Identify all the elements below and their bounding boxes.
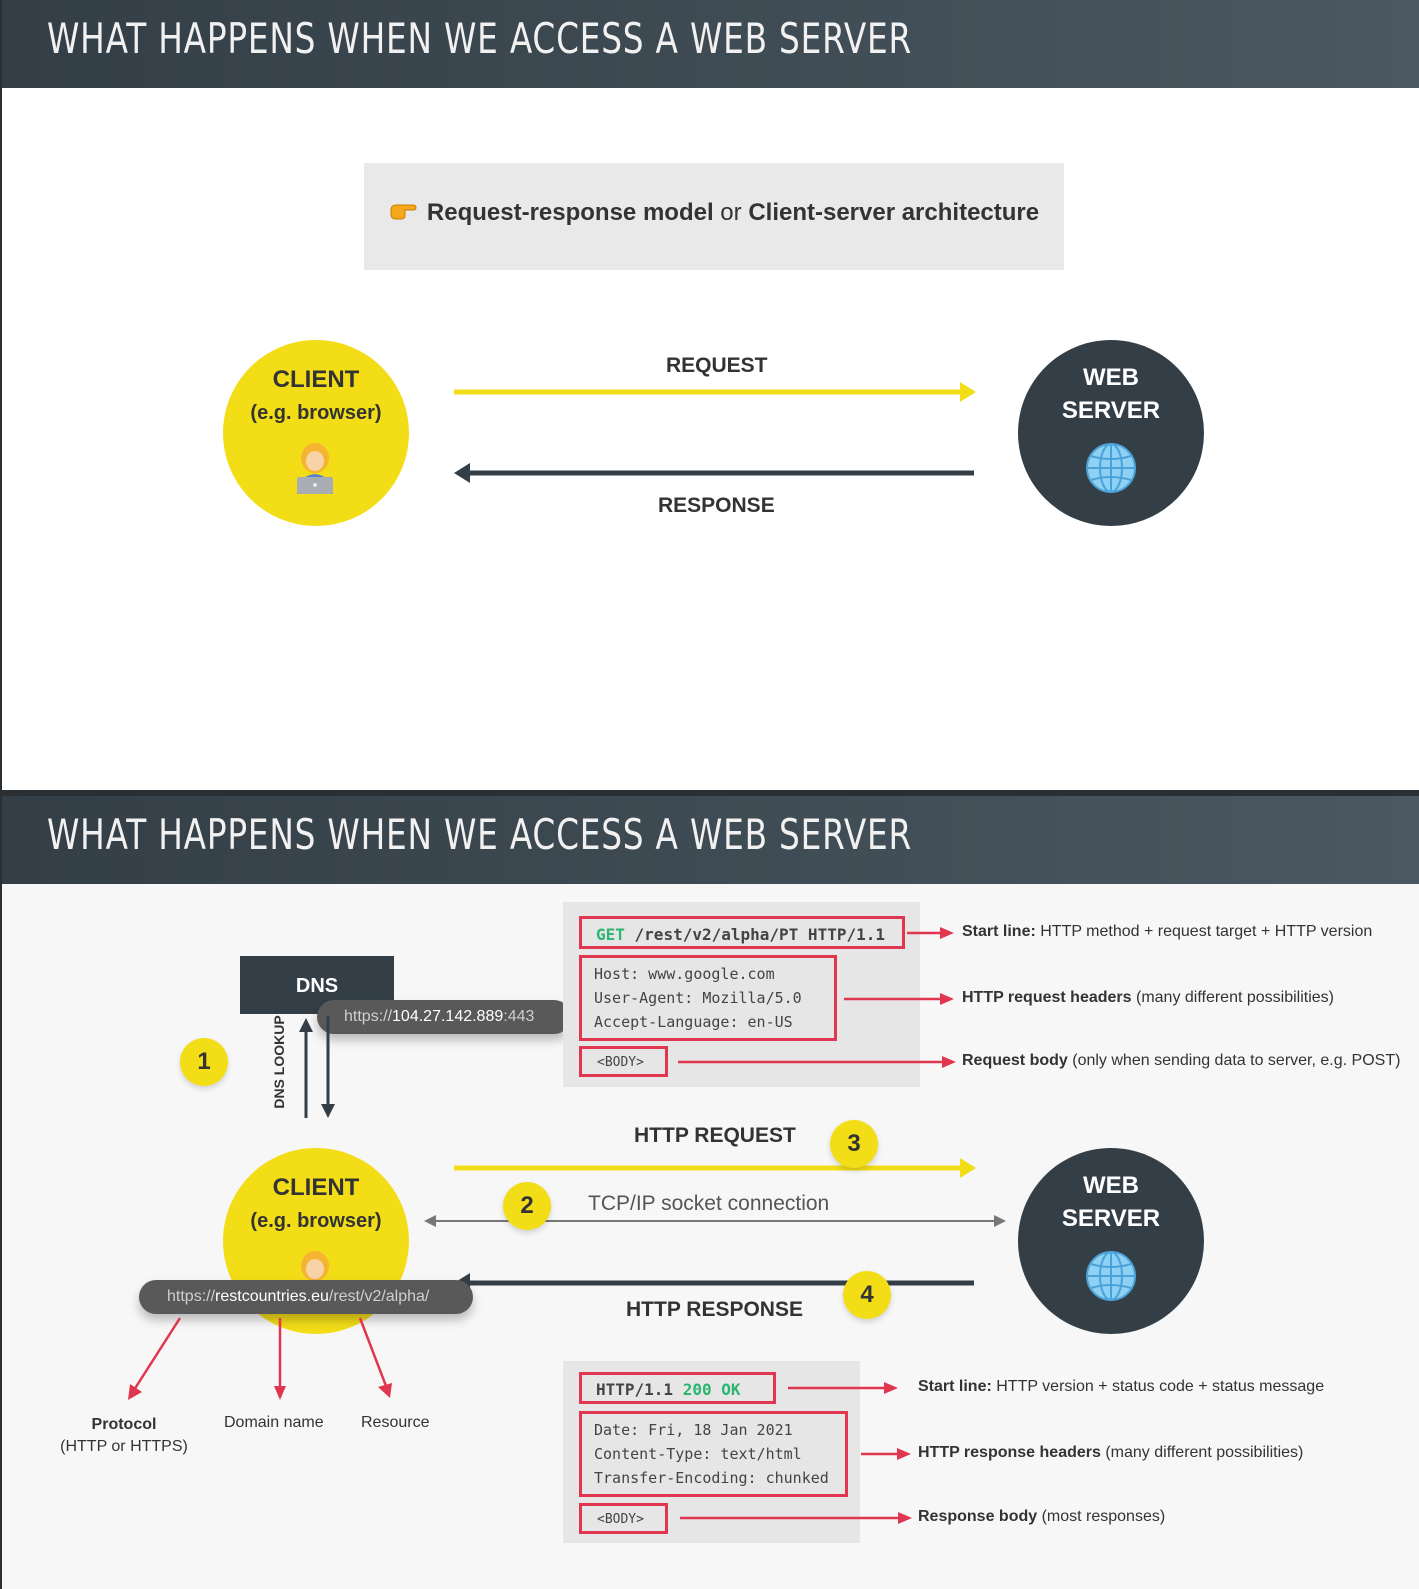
request-body-box: <BODY> [579, 1046, 668, 1077]
server-title-line2: SERVER [1061, 397, 1161, 424]
response-label: RESPONSE [658, 494, 775, 517]
response-header-line: Date: Fri, 18 Jan 2021 [594, 1421, 793, 1439]
dns-result-ip: 104.27.142.889 [392, 1008, 504, 1025]
ann-rest: (many different possibilities) [1131, 989, 1334, 1006]
dns-lookup-label: DNS LOOKUP [271, 1015, 287, 1109]
response-body-box: <BODY> [579, 1503, 668, 1534]
response-header-line: Transfer-Encoding: chunked [594, 1469, 829, 1487]
response-start-arrow [788, 1382, 898, 1394]
response-body-annotation: Response body (most responses) [918, 1508, 1165, 1526]
banner-text: Request-response model or Client-server … [364, 199, 1064, 228]
tcp-label: TCP/IP socket connection [584, 1192, 834, 1216]
banner-connector: or [713, 199, 749, 226]
url-resource: /rest/v2/alpha/ [328, 1288, 430, 1305]
url-part-resource: Resource [361, 1414, 430, 1431]
server-title-line2: SERVER [1061, 1205, 1161, 1232]
request-method: GET [596, 925, 625, 944]
response-status: 200 OK [682, 1380, 741, 1399]
ann-rest: HTTP version + status code + status mess… [991, 1378, 1325, 1395]
dns-result-port: :443 [503, 1008, 535, 1025]
step-1-badge: 1 [180, 1038, 228, 1086]
slide-request-response: WHAT HAPPENS WHEN WE ACCESS A WEB SERVER… [0, 0, 1419, 790]
title-bar: WHAT HAPPENS WHEN WE ACCESS A WEB SERVER [2, 0, 1419, 88]
response-headers-annotation: HTTP response headers (many different po… [918, 1444, 1303, 1462]
step-2-badge: 2 [503, 1182, 551, 1230]
response-start-annotation: Start line: HTTP version + status code +… [918, 1378, 1324, 1396]
server-circle: WEB SERVER [1018, 340, 1204, 526]
step-4-badge: 4 [843, 1271, 891, 1319]
request-arrow [454, 382, 976, 402]
ann-bold: HTTP response headers [918, 1444, 1101, 1461]
ann-bold: Start line: [918, 1378, 992, 1395]
protocol-line2: (HTTP or HTTPS) [60, 1438, 188, 1455]
client-subtitle: (e.g. browser) [250, 1210, 382, 1232]
http-request-label: HTTP REQUEST [634, 1124, 796, 1147]
request-body-text: <BODY> [597, 1055, 644, 1070]
request-start-annotation: Start line: HTTP method + request target… [962, 923, 1372, 941]
step-3-badge: 3 [830, 1120, 878, 1168]
response-arrow [454, 463, 974, 483]
response-headers-arrow [861, 1448, 911, 1460]
url-part-domain: Domain name [224, 1414, 324, 1431]
url-part-arrows [128, 1317, 392, 1400]
request-start-line: GET /rest/v2/alpha/PT HTTP/1.1 [579, 916, 905, 949]
banner-part1: Request-response model [426, 199, 714, 226]
response-body-arrow [680, 1512, 912, 1524]
globe-icon [1086, 1251, 1136, 1301]
ann-rest: (most responses) [1037, 1508, 1166, 1525]
ann-bold: HTTP request headers [962, 989, 1132, 1006]
ann-bold: Request body [962, 1052, 1068, 1069]
server-title-line1: WEB [1083, 1172, 1139, 1199]
title-bar: WHAT HAPPENS WHEN WE ACCESS A WEB SERVER [2, 796, 1419, 884]
request-body-arrow [678, 1056, 956, 1068]
url-part-protocol: Protocol (HTTP or HTTPS) [52, 1416, 196, 1456]
url-protocol: https:// [167, 1288, 216, 1305]
server-circle: WEB SERVER [1018, 1148, 1204, 1334]
request-header-line: Accept-Language: en-US [594, 1013, 793, 1031]
response-header-line: Content-Type: text/html [594, 1445, 802, 1463]
request-header-line: User-Agent: Mozilla/5.0 [594, 989, 802, 1007]
client-title: CLIENT [272, 1174, 360, 1201]
dns-lookup-arrows [299, 1016, 335, 1118]
server-title-line1: WEB [1083, 364, 1139, 391]
request-label: REQUEST [666, 354, 768, 377]
request-target-version: /rest/v2/alpha/PT HTTP/1.1 [624, 925, 885, 944]
ann-rest: HTTP method + request target + HTTP vers… [1035, 923, 1373, 940]
globe-icon [1086, 443, 1136, 493]
slide-title: WHAT HAPPENS WHEN WE ACCESS A WEB SERVER [47, 14, 913, 63]
ann-bold: Response body [918, 1508, 1038, 1525]
dns-result-prefix: https:// [344, 1008, 393, 1025]
ann-rest: (only when sending data to server, e.g. … [1067, 1052, 1401, 1069]
response-version: HTTP/1.1 [596, 1380, 683, 1399]
response-start-line: HTTP/1.1 200 OK [579, 1372, 776, 1404]
pointing-hand-icon [389, 200, 419, 228]
request-headers-arrow [844, 993, 954, 1005]
slide-title: WHAT HAPPENS WHEN WE ACCESS A WEB SERVER [47, 810, 913, 859]
banner-part2: Client-server architecture [748, 199, 1040, 226]
response-body-text: <BODY> [597, 1512, 644, 1527]
ann-bold: Start line: [962, 923, 1036, 940]
client-circle: CLIENT (e.g. browser) [223, 340, 409, 526]
client-subtitle: (e.g. browser) [250, 402, 382, 424]
person-laptop-icon [297, 443, 333, 494]
protocol-line1: Protocol [91, 1416, 157, 1433]
http-response-label: HTTP RESPONSE [626, 1298, 803, 1321]
model-banner: Request-response model or Client-server … [364, 163, 1064, 270]
dns-result-pill: https://104.27.142.889:443 [317, 1000, 571, 1034]
http-request-arrow [454, 1158, 976, 1178]
url-pill: https://restcountries.eu/rest/v2/alpha/ [139, 1280, 473, 1314]
http-response-arrow [454, 1273, 974, 1293]
request-header-line: Host: www.google.com [594, 965, 775, 983]
client-title: CLIENT [272, 366, 360, 393]
ann-rest: (many different possibilities) [1100, 1444, 1304, 1461]
slide-http-detail: WHAT HAPPENS WHEN WE ACCESS A WEB SERVER… [0, 796, 1419, 1589]
url-domain: restcountries.eu [215, 1288, 329, 1305]
request-headers-annotation: HTTP request headers (many different pos… [962, 989, 1334, 1007]
request-body-annotation: Request body (only when sending data to … [962, 1052, 1400, 1070]
